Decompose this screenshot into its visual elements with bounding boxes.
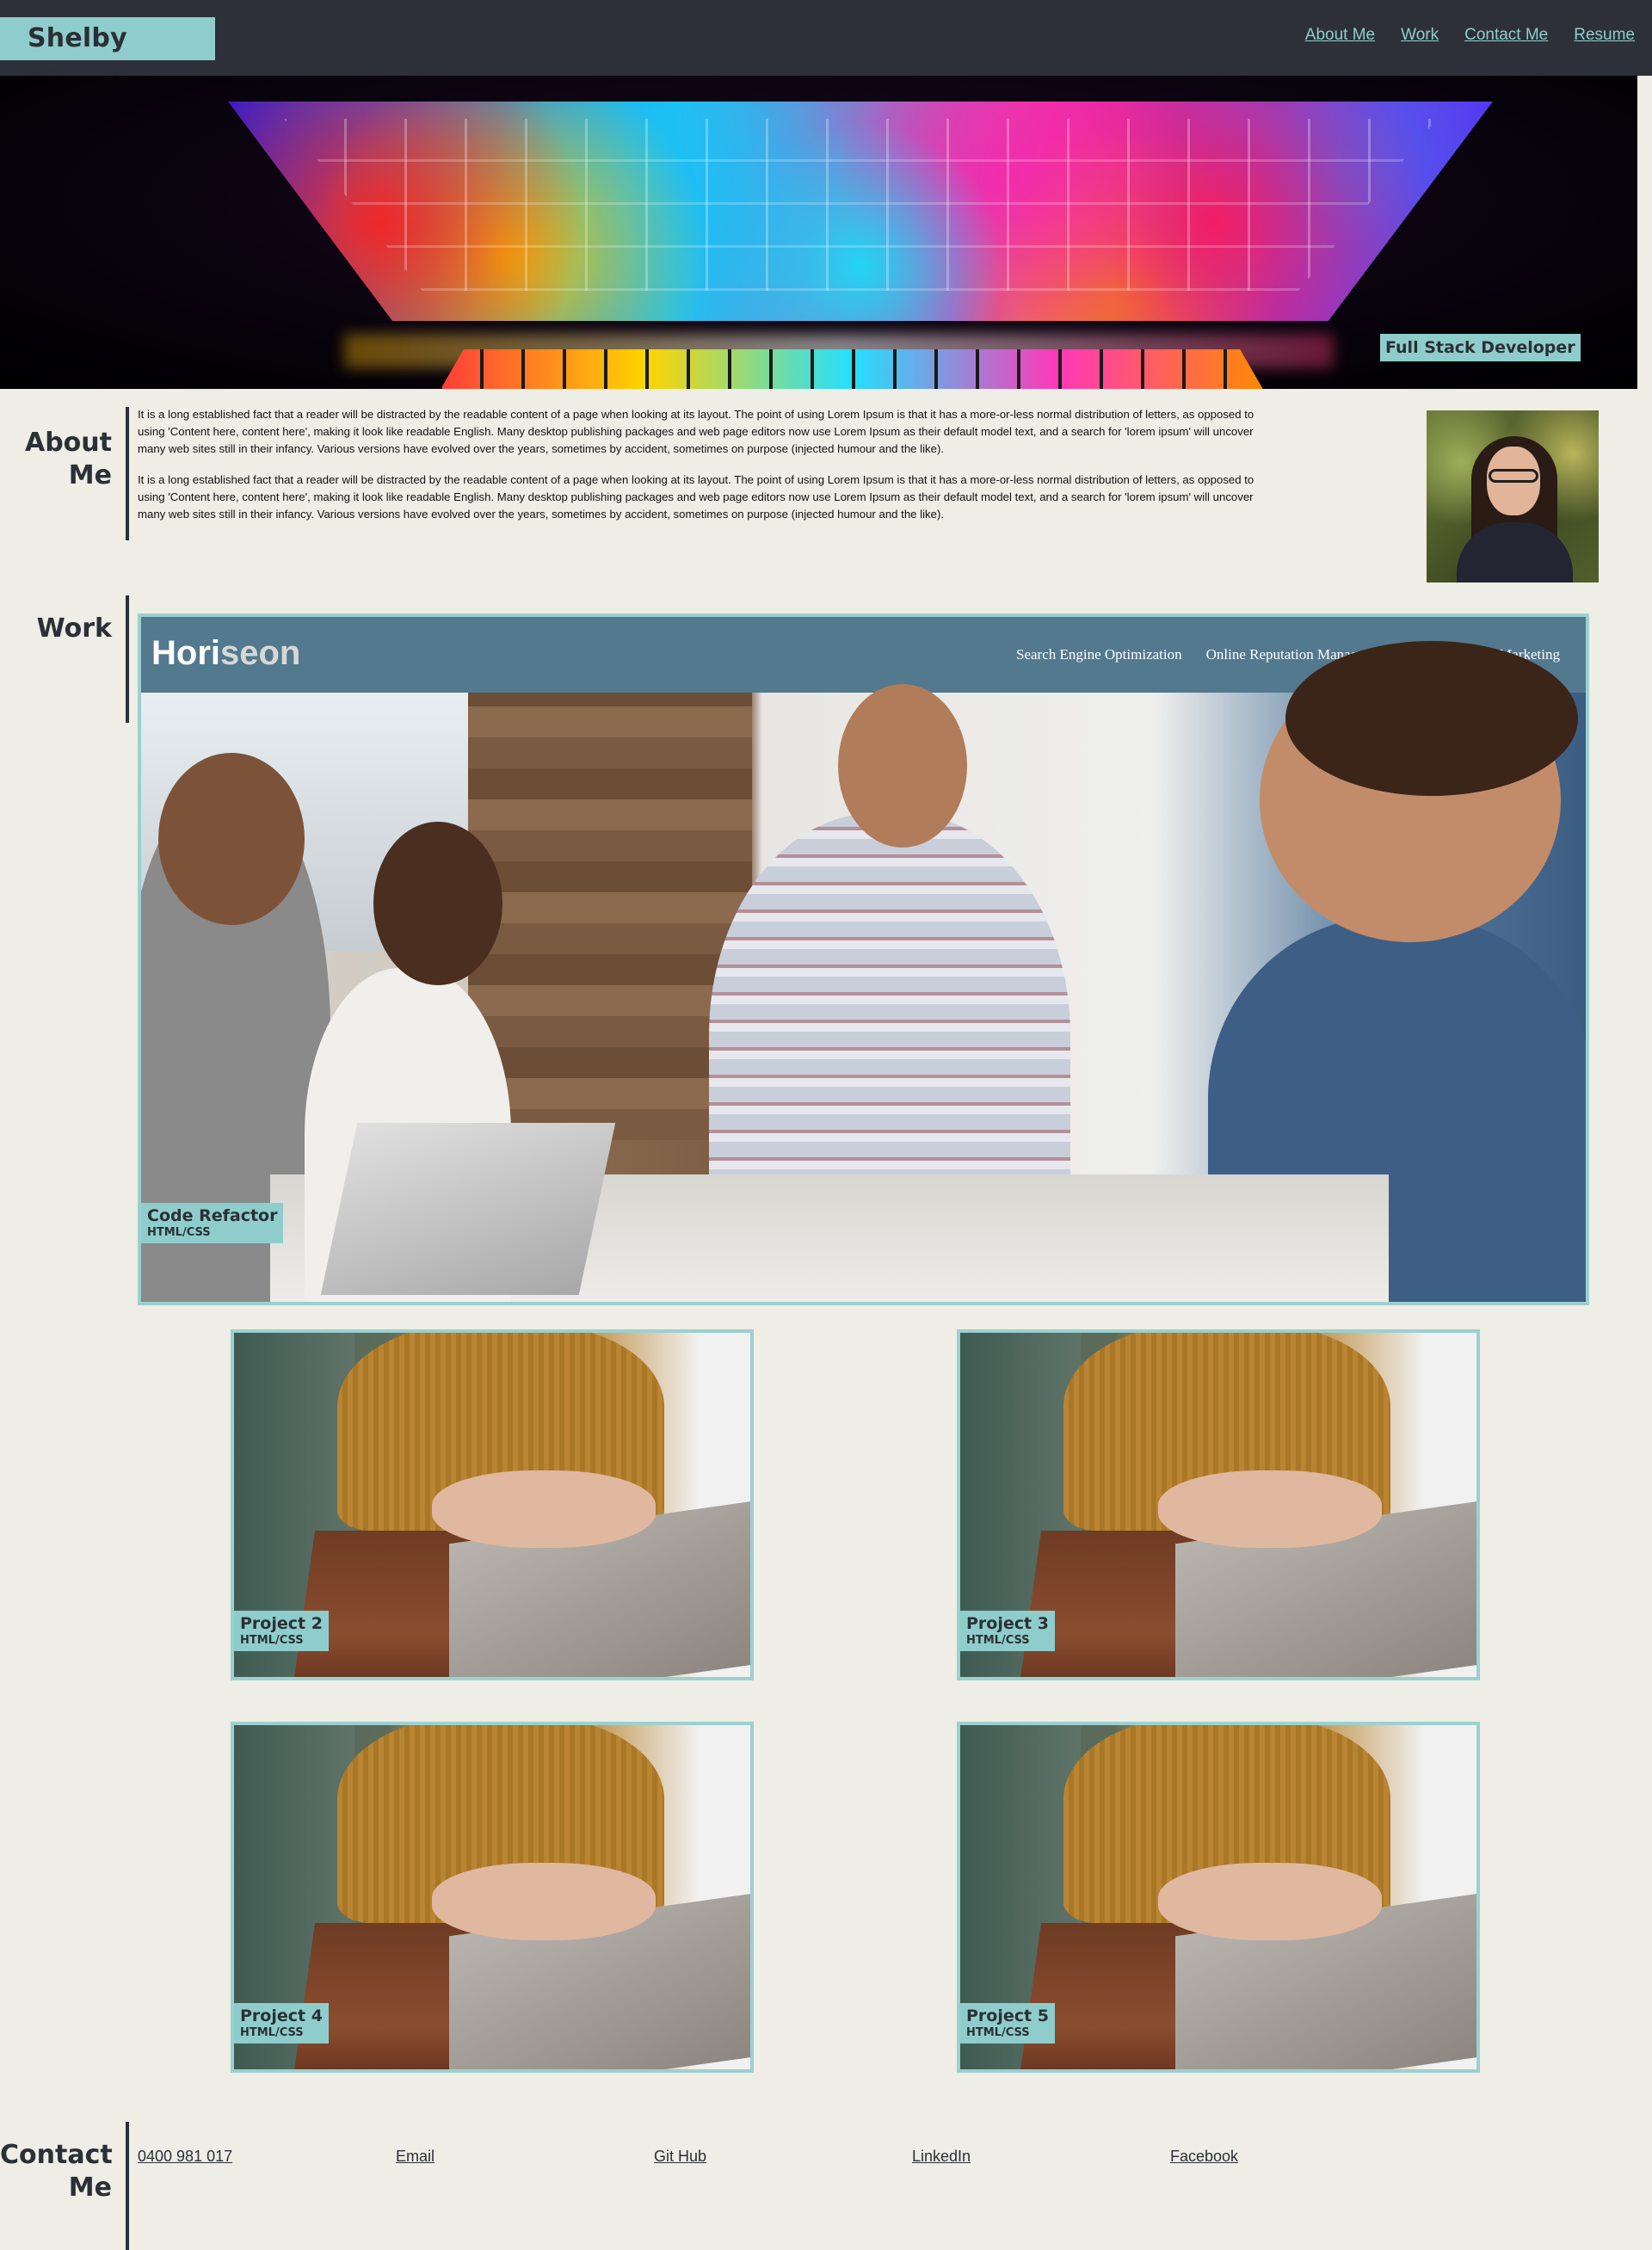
about-text: It is a long established fact that a rea… xyxy=(138,406,1282,523)
about-title-line2: Me xyxy=(68,460,112,490)
project-tech: HTML/CSS xyxy=(966,1634,1030,1647)
nav-link-about-me[interactable]: About Me xyxy=(1305,26,1375,45)
contact-divider xyxy=(126,2122,129,2250)
contact-section-title: Contact Me xyxy=(0,2139,113,2204)
contact-linkedin-link[interactable]: LinkedIn xyxy=(912,2148,1170,2166)
about-divider xyxy=(126,407,129,540)
project-label[interactable]: Project 3 HTML/CSS xyxy=(960,1611,1055,1651)
project-card[interactable]: Project 2 HTML/CSS xyxy=(231,1329,754,1680)
work-divider xyxy=(126,595,129,723)
keyboard-reflection-graphic xyxy=(284,119,1437,291)
featured-screenshot-photo xyxy=(141,641,1586,1302)
top-navigation-bar: Shelby Pignat About Me Work Contact Me R… xyxy=(0,0,1652,96)
project-title: Project 3 xyxy=(966,1614,1049,1633)
project-tech: HTML/CSS xyxy=(966,2026,1030,2039)
project-tech: HTML/CSS xyxy=(147,1226,211,1239)
project-label[interactable]: Project 2 HTML/CSS xyxy=(234,1611,329,1651)
main-nav: About Me Work Contact Me Resume xyxy=(1305,26,1635,45)
about-paragraph: It is a long established fact that a rea… xyxy=(138,473,1254,521)
featured-project-label[interactable]: Code Refactor HTML/CSS xyxy=(141,1203,284,1243)
contact-title-line2: Me xyxy=(68,2173,112,2203)
project-card[interactable]: Project 3 HTML/CSS xyxy=(957,1329,1480,1680)
contact-links: 0400 981 017 Email Git Hub LinkedIn Face… xyxy=(138,2148,1428,2166)
work-section-title: Work xyxy=(36,613,112,644)
project-title: Project 4 xyxy=(240,2007,323,2025)
featured-screenshot-logo: Horiseon xyxy=(151,634,301,672)
featured-project-card[interactable]: Horiseon Search Engine Optimization Onli… xyxy=(138,613,1589,1305)
about-section-title: About Me xyxy=(0,427,112,492)
contact-github-link[interactable]: Git Hub xyxy=(654,2148,912,2166)
project-title: Code Refactor xyxy=(147,1206,278,1225)
contact-email-link[interactable]: Email xyxy=(396,2148,654,2166)
contact-facebook-link[interactable]: Facebook xyxy=(1170,2148,1428,2166)
project-label[interactable]: Project 4 HTML/CSS xyxy=(234,2003,329,2043)
site-brand[interactable]: Shelby Pignat xyxy=(0,17,215,96)
contact-title-line1: Contact xyxy=(0,2140,113,2170)
project-tech: HTML/CSS xyxy=(240,1634,304,1647)
about-title-line1: About xyxy=(24,428,112,458)
profile-photo xyxy=(1427,410,1599,583)
project-card[interactable]: Project 5 HTML/CSS xyxy=(957,1722,1480,2073)
project-title: Project 5 xyxy=(966,2007,1049,2025)
project-tech: HTML/CSS xyxy=(240,2026,304,2039)
project-card[interactable]: Project 4 HTML/CSS xyxy=(231,1722,754,2073)
hero-role-badge: Full Stack Developer xyxy=(1380,334,1581,361)
project-title: Project 2 xyxy=(240,1614,323,1633)
nav-link-contact-me[interactable]: Contact Me xyxy=(1464,26,1548,45)
featured-screenshot-nav-item: Search Engine Optimization xyxy=(1016,646,1182,663)
nav-link-work[interactable]: Work xyxy=(1401,26,1439,45)
about-paragraph: It is a long established fact that a rea… xyxy=(138,408,1254,455)
laptop-keyboard-graphic xyxy=(439,349,1265,389)
nav-link-resume[interactable]: Resume xyxy=(1574,26,1635,45)
project-label[interactable]: Project 5 HTML/CSS xyxy=(960,2003,1055,2043)
contact-phone-link[interactable]: 0400 981 017 xyxy=(138,2148,396,2166)
